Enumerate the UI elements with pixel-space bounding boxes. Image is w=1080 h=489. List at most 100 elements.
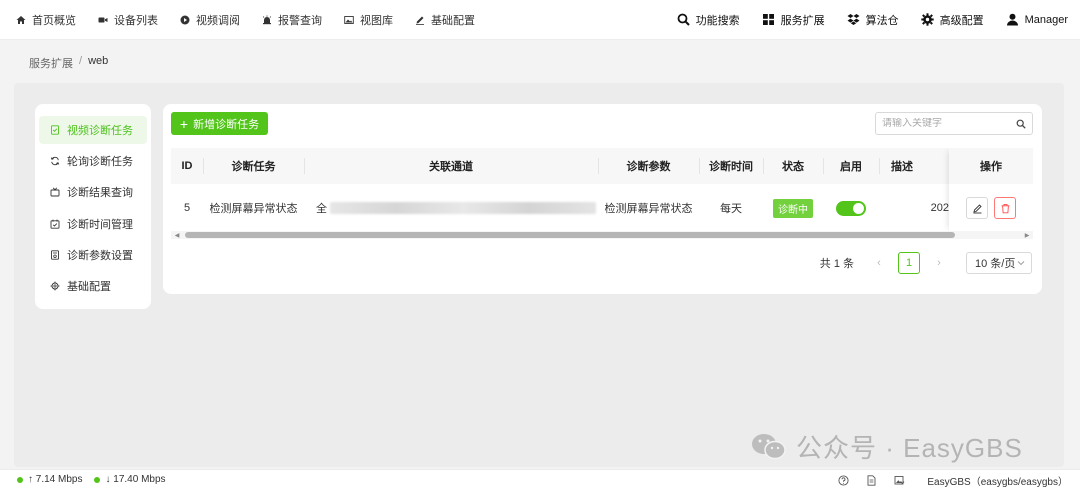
column-header-channel: 关联通道 (429, 161, 473, 173)
sidemenu-label: 诊断时间管理 (67, 218, 133, 231)
doc-settings-icon (51, 250, 59, 260)
wechat-icon (752, 433, 786, 459)
user-icon (1006, 13, 1018, 26)
upload-speed-value: ↑ 7.14 Mbps (28, 474, 83, 485)
sidemenu-item-basic-config[interactable]: 基础配置 (39, 272, 147, 300)
nav-user-menu[interactable]: Manager (1006, 13, 1068, 26)
upload-speed: ↑ 7.14 Mbps (17, 474, 82, 485)
nav-home-label: 首页概览 (32, 14, 76, 27)
add-diagnosis-task-button[interactable]: + 新增诊断任务 (171, 112, 268, 135)
column-header-desc: 描述 (891, 161, 913, 173)
download-speed-value: ↓ 17.40 Mbps (105, 474, 166, 485)
pagination-prev-button[interactable]: ‹ (868, 252, 890, 274)
nav-search-label: 功能搜索 (695, 14, 740, 27)
diagnosis-task-table: ID 诊断任务 关联通道 诊断参数 诊断时间 状态 启用 描述 5 检测屏幕异常… (171, 148, 1033, 239)
sidemenu-item-time-management[interactable]: 诊断时间管理 (39, 210, 147, 238)
gear-icon (50, 281, 60, 291)
nav-advanced-config-label: 高级配置 (939, 14, 984, 27)
cell-enabled (823, 184, 879, 232)
cell-channel-prefix: 全 (316, 203, 327, 215)
cell-time: 每天 (720, 203, 742, 215)
pagination-next-button[interactable]: › (928, 252, 950, 274)
nav-basic-config[interactable]: 基础配置 (415, 12, 475, 28)
sidemenu-item-result-query[interactable]: 诊断结果查询 (39, 178, 147, 206)
cell-desc: 202 (879, 184, 949, 232)
play-circle-icon (180, 15, 190, 24)
help-icon[interactable] (838, 474, 849, 486)
content-card: + 新增诊断任务 ID 诊断任务 关联通道 诊断参数 诊断时间 状态 启用 描述… (163, 104, 1042, 294)
tv-icon (50, 187, 60, 197)
pen-icon (416, 16, 424, 25)
column-header-status: 状态 (782, 161, 804, 173)
table-row[interactable]: 5 检测屏幕异常状态 全 检测屏幕异常状态 每天 诊断中 202 (171, 184, 1033, 232)
channel-redacted (330, 202, 596, 214)
scroll-left-arrow[interactable]: ◀ (173, 231, 181, 239)
sidemenu-label: 轮询诊断任务 (67, 156, 133, 169)
nav-devices[interactable]: 设备列表 (98, 12, 158, 28)
page-size-select[interactable]: 10 条/页 (966, 252, 1032, 274)
cell-channel: 全 (304, 184, 598, 232)
pagination-page-1[interactable]: 1 (898, 252, 920, 274)
cell-status: 诊断中 (763, 184, 823, 232)
delete-button[interactable] (994, 197, 1016, 219)
nav-basic-config-label: 基础配置 (431, 14, 475, 27)
gear-icon (920, 13, 934, 26)
sidemenu-item-polling-diagnosis[interactable]: 轮询诊断任务 (39, 147, 147, 175)
version-text: EasyGBS（easygbs/easygbs） (927, 476, 1068, 488)
scroll-right-arrow[interactable]: ▶ (1023, 231, 1031, 239)
cell-desc-text: 202 (930, 202, 949, 214)
nav-gallery-label: 视图库 (360, 14, 393, 27)
image-edit-icon[interactable] (894, 475, 905, 486)
calendar-check-icon (50, 219, 60, 229)
top-navbar: 首页概览 设备列表 视频调阅 报警查询 视图库 基础配置 功能搜索 服务扩展 算… (0, 0, 1080, 40)
breadcrumb-current: web (88, 55, 109, 67)
nav-algorithm[interactable]: 算法仓 (847, 12, 899, 28)
search-box (875, 112, 1033, 135)
scrollbar-thumb[interactable] (185, 232, 955, 238)
nav-video[interactable]: 视频调阅 (180, 12, 240, 28)
edit-button[interactable] (966, 197, 988, 219)
column-header-enabled: 启用 (840, 161, 862, 173)
sidemenu-item-param-settings[interactable]: 诊断参数设置 (39, 241, 147, 269)
nav-alarm[interactable]: 报警查询 (262, 12, 322, 28)
trash-icon (1001, 203, 1009, 213)
document-icon[interactable] (866, 474, 877, 486)
nav-video-label: 视频调阅 (196, 14, 240, 27)
column-header-id: ID (181, 160, 193, 172)
status-dot (17, 476, 23, 483)
nav-service-ext[interactable]: 服务扩展 (762, 12, 825, 28)
table-horizontal-scrollbar[interactable]: ◀ ▶ (171, 231, 1033, 239)
sidemenu-item-video-diagnosis[interactable]: 视频诊断任务 (39, 116, 147, 144)
grid-icon (762, 14, 774, 25)
cell-id: 5 (183, 202, 191, 214)
sidemenu-label: 视频诊断任务 (67, 125, 133, 137)
alarm-icon (262, 15, 272, 24)
status-bar: ↑ 7.14 Mbps ↓ 17.40 Mbps EasyGBS（easygbs… (0, 469, 1080, 489)
nav-service-ext-label: 服务扩展 (780, 14, 825, 27)
nav-gallery[interactable]: 视图库 (344, 12, 393, 28)
nav-search[interactable]: 功能搜索 (677, 12, 740, 28)
nav-left-group: 首页概览 设备列表 视频调阅 报警查询 视图库 基础配置 (0, 12, 497, 28)
nav-home[interactable]: 首页概览 (16, 12, 76, 28)
row-actions (949, 184, 1033, 232)
chevron-down-icon (1017, 261, 1025, 266)
enabled-toggle[interactable] (836, 200, 866, 216)
pagination: 共 1 条 ‹ 1 › 10 条/页 (820, 252, 1032, 274)
column-header-time: 诊断时间 (709, 161, 753, 173)
table-header: ID 诊断任务 关联通道 诊断参数 诊断时间 状态 启用 描述 (171, 148, 1033, 184)
nav-right-group: 功能搜索 服务扩展 算法仓 高级配置 Manager (655, 12, 1080, 28)
camera-icon (98, 17, 108, 22)
nav-advanced-config[interactable]: 高级配置 (920, 12, 984, 28)
nav-algorithm-label: 算法仓 (865, 14, 899, 27)
search-input[interactable] (882, 118, 1016, 129)
add-button-label: 新增诊断任务 (193, 118, 260, 131)
breadcrumb-parent[interactable]: 服务扩展 (29, 55, 73, 71)
search-icon[interactable] (1016, 119, 1026, 129)
download-speed: ↓ 17.40 Mbps (94, 474, 166, 485)
breadcrumb: 服务扩展 / web (29, 55, 108, 71)
watermark: 公众号 · EasyGBS (750, 428, 1023, 465)
home-icon (16, 15, 26, 24)
nav-alarm-label: 报警查询 (278, 14, 322, 27)
sidemenu-label: 基础配置 (67, 280, 111, 293)
status-bar-right: EasyGBS（easygbs/easygbs） (821, 470, 1068, 489)
